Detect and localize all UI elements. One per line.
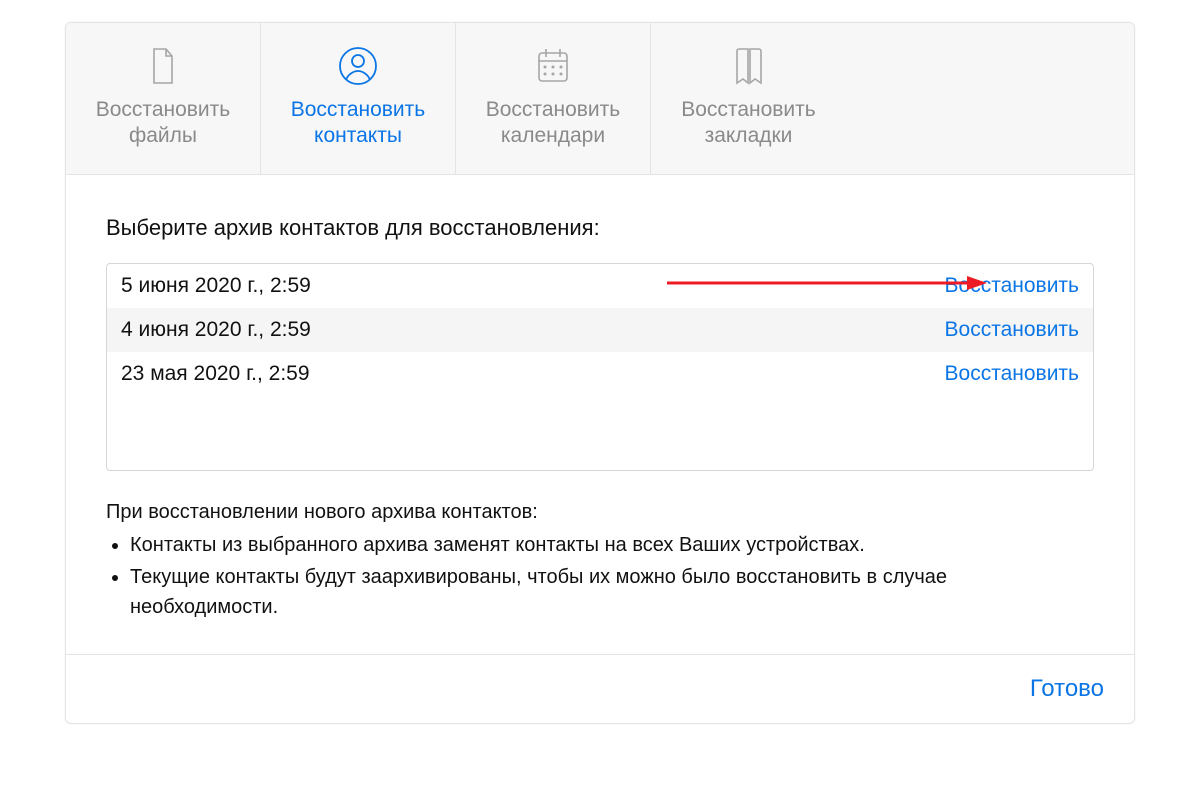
tab-restore-bookmarks[interactable]: Восстановить закладки	[651, 23, 846, 174]
notes-section: При восстановлении нового архива контакт…	[106, 501, 1094, 622]
restore-link[interactable]: Восстановить	[945, 274, 1079, 298]
calendar-icon	[532, 45, 574, 87]
archive-date: 23 мая 2020 г., 2:59	[121, 362, 310, 386]
archive-list: 5 июня 2020 г., 2:59 Восстановить 4 июня…	[106, 263, 1094, 471]
notes-item: Текущие контакты будут заархивированы, ч…	[130, 562, 1094, 622]
tab-label: Восстановить контакты	[271, 97, 445, 150]
dialog-footer: Готово	[66, 654, 1134, 723]
archive-date: 4 июня 2020 г., 2:59	[121, 318, 311, 342]
tab-label: Восстановить файлы	[76, 97, 250, 150]
tab-label: Восстановить закладки	[661, 97, 836, 150]
notes-list: Контакты из выбранного архива заменят ко…	[106, 530, 1094, 622]
archive-row: 5 июня 2020 г., 2:59 Восстановить	[107, 264, 1093, 308]
notes-item: Контакты из выбранного архива заменят ко…	[130, 530, 1094, 560]
restore-link[interactable]: Восстановить	[945, 318, 1079, 342]
tab-restore-contacts[interactable]: Восстановить контакты	[261, 23, 456, 174]
notes-title: При восстановлении нового архива контакт…	[106, 501, 1094, 524]
tab-bar: Восстановить файлы Восстановить контакты	[66, 23, 1134, 175]
restore-dialog: Восстановить файлы Восстановить контакты	[65, 22, 1135, 724]
content-heading: Выберите архив контактов для восстановле…	[106, 215, 1094, 241]
contact-icon	[337, 45, 379, 87]
tab-label: Восстановить календари	[466, 97, 640, 150]
archive-row: 4 июня 2020 г., 2:59 Восстановить	[107, 308, 1093, 352]
archive-row: 23 мая 2020 г., 2:59 Восстановить	[107, 352, 1093, 396]
done-button[interactable]: Готово	[1030, 675, 1104, 703]
bookmark-icon	[728, 45, 770, 87]
tab-restore-calendars[interactable]: Восстановить календари	[456, 23, 651, 174]
dialog-content: Выберите архив контактов для восстановле…	[66, 175, 1134, 654]
archive-date: 5 июня 2020 г., 2:59	[121, 274, 311, 298]
restore-link[interactable]: Восстановить	[945, 362, 1079, 386]
tab-restore-files[interactable]: Восстановить файлы	[66, 23, 261, 174]
file-icon	[142, 45, 184, 87]
arrow-annotation-icon	[667, 273, 987, 299]
